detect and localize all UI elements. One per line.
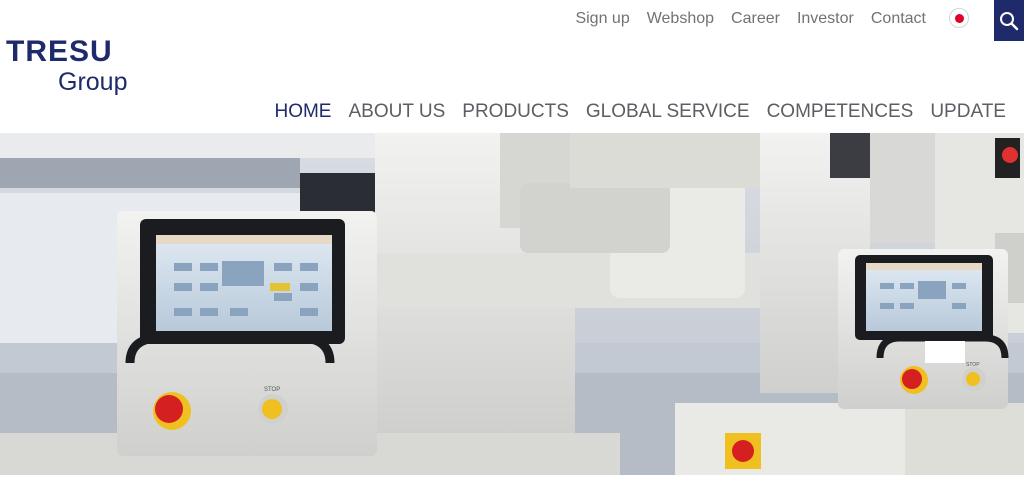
main-nav-home[interactable]: HOME (274, 100, 331, 124)
site-header: TRESU Group Sign up Webshop Career Inves… (0, 0, 1024, 133)
top-nav-contact[interactable]: Contact (871, 8, 926, 30)
printing-machine-image: STOP STOP (0, 133, 1024, 475)
top-nav-sign-up[interactable]: Sign up (575, 8, 629, 30)
logo-wordmark: TRESU (6, 35, 113, 68)
main-nav-competences[interactable]: COMPETENCES (767, 100, 914, 124)
main-nav-about-us[interactable]: ABOUT US (348, 100, 445, 124)
stop-button-label-left: STOP (264, 387, 280, 393)
main-nav-products[interactable]: PRODUCTS (462, 100, 569, 124)
logo-subtitle: Group (58, 68, 128, 96)
search-button[interactable] (994, 0, 1024, 41)
top-navigation: Sign up Webshop Career Investor Contact (575, 8, 926, 30)
top-nav-investor[interactable]: Investor (797, 8, 854, 30)
main-nav-global-service[interactable]: GLOBAL SERVICE (586, 100, 750, 124)
hero-banner: STOP STOP (0, 133, 1024, 475)
search-icon (1000, 11, 1019, 30)
top-nav-career[interactable]: Career (731, 8, 780, 30)
japan-flag-icon[interactable] (949, 8, 969, 28)
main-nav-update[interactable]: UPDATE (930, 100, 1006, 124)
stop-button-label-right: STOP (966, 362, 980, 368)
top-nav-webshop[interactable]: Webshop (647, 8, 714, 30)
main-navigation: HOME ABOUT US PRODUCTS GLOBAL SERVICE CO… (274, 100, 1006, 124)
tresu-logo[interactable]: TRESU Group (6, 36, 146, 100)
